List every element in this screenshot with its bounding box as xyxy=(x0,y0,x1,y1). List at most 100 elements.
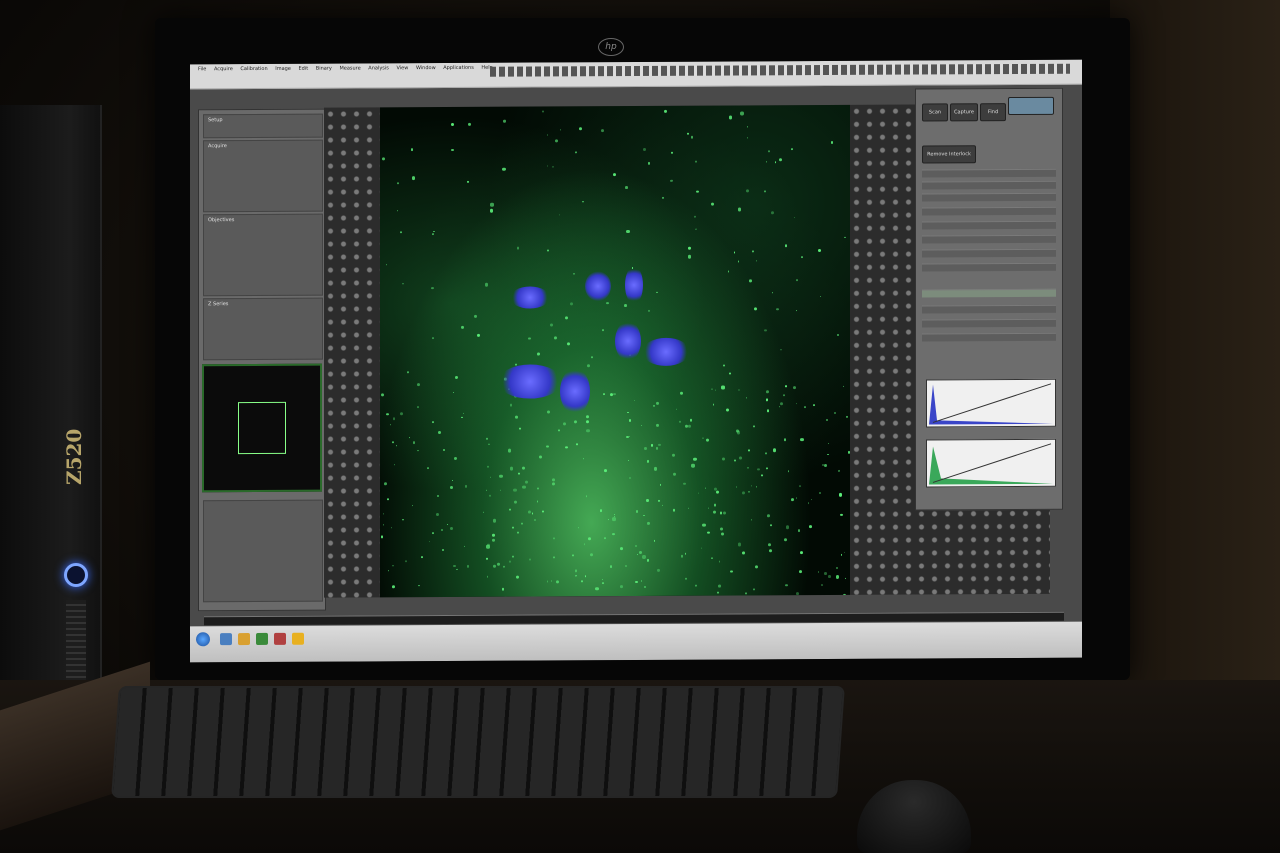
menu-file[interactable]: File xyxy=(198,66,206,72)
histogram-curve xyxy=(929,443,1053,485)
microscopy-image[interactable] xyxy=(380,104,850,598)
green-punctum xyxy=(583,543,586,546)
menu-image[interactable]: Image xyxy=(275,66,291,72)
taskbar-app-icon[interactable] xyxy=(256,632,268,645)
green-punctum xyxy=(473,314,477,318)
control-row[interactable] xyxy=(922,206,1056,216)
navigator-viewport-box[interactable] xyxy=(238,401,286,455)
green-punctum xyxy=(528,337,531,340)
green-punctum xyxy=(748,449,750,452)
green-histogram[interactable] xyxy=(926,438,1056,488)
green-punctum xyxy=(576,443,578,445)
taskbar-app-icon[interactable] xyxy=(238,633,250,646)
taskbar-app-icon[interactable] xyxy=(274,632,286,645)
green-punctum xyxy=(489,209,494,213)
green-punctum xyxy=(453,564,456,568)
green-punctum xyxy=(486,576,489,578)
green-punctum xyxy=(485,283,489,287)
green-punctum xyxy=(585,495,587,497)
keyboard xyxy=(111,686,845,798)
menu-view[interactable]: View xyxy=(396,65,408,71)
control-row[interactable] xyxy=(922,248,1056,258)
green-punctum xyxy=(778,157,783,162)
menu-window[interactable]: Window xyxy=(416,65,436,71)
green-punctum xyxy=(770,211,774,215)
left-tab-block[interactable]: Setup xyxy=(203,113,323,139)
taskbar-app-icon[interactable] xyxy=(292,632,304,645)
green-punctum xyxy=(402,282,404,285)
green-punctum xyxy=(745,592,748,595)
control-row[interactable] xyxy=(922,234,1056,244)
green-punctum xyxy=(797,529,801,532)
green-punctum xyxy=(407,371,409,373)
remove-interlock-button[interactable]: Remove Interlock xyxy=(922,145,976,164)
green-punctum xyxy=(798,569,803,573)
control-row[interactable] xyxy=(922,192,1056,202)
green-punctum xyxy=(534,519,536,521)
green-punctum xyxy=(643,447,647,450)
green-punctum xyxy=(773,448,777,452)
green-punctum xyxy=(824,463,828,467)
blue-histogram[interactable] xyxy=(926,378,1056,428)
green-punctum xyxy=(741,551,745,555)
control-row[interactable] xyxy=(922,180,1056,190)
green-punctum xyxy=(687,424,691,428)
green-punctum xyxy=(749,279,752,283)
blue-cell xyxy=(510,286,550,309)
green-punctum xyxy=(721,385,725,390)
green-punctum xyxy=(821,583,824,586)
settings-section[interactable] xyxy=(203,499,323,603)
menu-measure[interactable]: Measure xyxy=(339,65,360,71)
blue-cell xyxy=(615,320,641,362)
green-punctum xyxy=(656,291,658,294)
green-punctum xyxy=(768,543,772,547)
green-punctum xyxy=(695,228,697,230)
green-punctum xyxy=(741,491,745,495)
green-punctum xyxy=(650,444,654,447)
windows-orb-icon[interactable] xyxy=(196,632,210,647)
navigator-thumbnail[interactable] xyxy=(202,363,322,493)
green-punctum xyxy=(513,488,517,492)
green-punctum xyxy=(737,207,742,212)
green-punctum xyxy=(768,549,772,553)
control-row[interactable] xyxy=(922,262,1056,272)
green-punctum xyxy=(646,521,650,525)
green-punctum xyxy=(386,497,390,501)
slider-row[interactable] xyxy=(922,318,1056,328)
green-punctum xyxy=(392,417,396,420)
menu-binary[interactable]: Binary xyxy=(316,66,332,72)
green-punctum xyxy=(492,533,495,537)
green-punctum xyxy=(521,466,526,470)
blue-cell xyxy=(642,337,690,366)
green-punctum xyxy=(546,165,548,167)
taskbar-app-icon[interactable] xyxy=(220,633,232,646)
find-button[interactable]: Find xyxy=(980,103,1006,122)
capture-button[interactable]: Capture xyxy=(950,103,978,122)
slider-row[interactable] xyxy=(922,304,1056,314)
green-punctum xyxy=(659,484,662,486)
menu-edit[interactable]: Edit xyxy=(298,66,308,72)
control-row[interactable] xyxy=(922,168,1056,178)
green-punctum xyxy=(695,161,697,163)
control-row[interactable] xyxy=(922,220,1056,230)
green-punctum xyxy=(499,489,501,491)
green-punctum xyxy=(586,364,590,368)
blue-cell xyxy=(498,364,562,399)
green-punctum xyxy=(511,526,514,529)
channel-header-row[interactable] xyxy=(922,288,1056,298)
scan-button[interactable]: Scan xyxy=(922,103,948,122)
slider-row[interactable] xyxy=(922,332,1056,342)
menu-calibration[interactable]: Calibration xyxy=(240,66,267,72)
green-punctum xyxy=(830,141,834,144)
blue-cell xyxy=(585,271,611,302)
tower-vents xyxy=(66,600,86,690)
menu-acquire[interactable]: Acquire xyxy=(214,66,233,72)
menu-analysis[interactable]: Analysis xyxy=(368,65,389,71)
toolbar-icons[interactable] xyxy=(490,63,1070,77)
green-punctum xyxy=(503,120,506,123)
green-punctum xyxy=(599,509,602,512)
green-punctum xyxy=(653,467,658,471)
objectives-section: Objectives xyxy=(203,213,323,297)
menu-applications[interactable]: Applications xyxy=(443,65,474,71)
tower-model-label: Z520 xyxy=(62,428,86,485)
